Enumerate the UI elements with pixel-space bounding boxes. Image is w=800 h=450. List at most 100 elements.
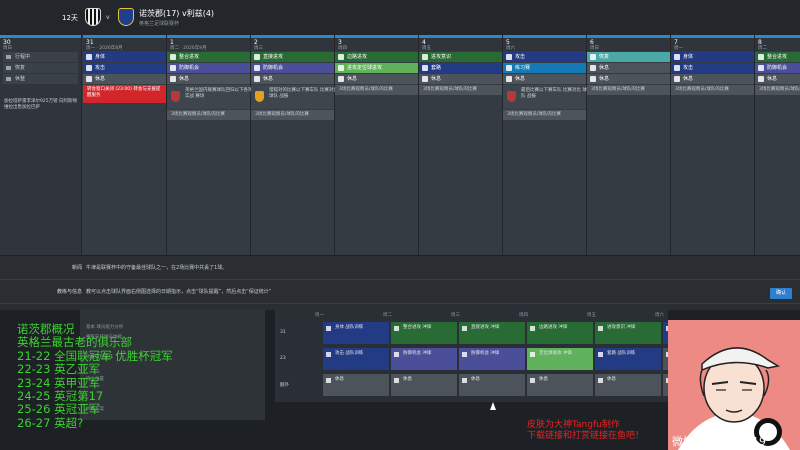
session-icon [86,54,92,60]
grid-session-cell[interactable]: 定位球进攻 冲锋 [527,348,593,370]
training-session[interactable]: 攻击 [503,52,586,62]
scout-info[interactable]: 3场比赛观察员/球队的比赛 [167,110,250,120]
match-card-text: 英格兰国内联赛球队回归以下各项实战 赛场 [185,88,253,99]
sidebar-day-number: 30 [3,39,11,46]
training-session[interactable]: 休息 [503,74,586,84]
match-card[interactable]: 猎狐对的比赛以下赛车队 比赛对比 球队 战报 [251,85,338,109]
day-name: 周三 [254,46,263,51]
grid-day-header: 周二 [383,313,392,318]
scout-info[interactable]: 3场比赛观察员/球队的比赛 [503,110,586,120]
transfer-note[interactable]: 加拉塔萨雷李泽尔925万镑 向阿斯顿维拉出售加拉巴萨 [4,99,80,111]
sidebar-item-rest[interactable]: 休整 [3,74,78,84]
training-session[interactable]: 防御机会 [167,63,250,73]
grid-session-cell[interactable]: 休息 [527,374,593,396]
sidebar-item-travel[interactable]: 行程中 [3,52,78,62]
grid-session-cell[interactable]: 休息 [323,374,389,396]
session-label: 休息 [599,76,610,82]
bus-icon [6,55,11,59]
session-label: 休息 [431,76,442,82]
training-session[interactable]: 整合进攻 [755,52,800,62]
grid-session-cell[interactable]: 休息 [595,374,661,396]
training-session[interactable]: 休息 [251,74,334,84]
overview-line: 22-23 英乙亚军 [17,362,101,377]
grid-session-cell[interactable]: 休息 [391,374,457,396]
training-session[interactable]: 休息 [335,74,418,84]
training-session[interactable]: 套路 [419,63,502,73]
grid-session-cell[interactable]: 直接进攻 冲锋 [459,322,525,344]
session-icon [462,352,467,357]
grid-session-label: 定位球进攻 冲锋 [539,351,572,356]
training-session[interactable]: 进攻定位球进攻 [335,63,418,73]
session-label: 直接进攻 [263,54,284,60]
training-session[interactable]: 休息 [167,74,250,84]
session-icon [86,76,92,82]
transfer-deadline-card[interactable]: 转会窗口关闭 (23:00) 转会与支援提醒服务 [83,85,166,103]
training-session[interactable]: 边路进攻 [335,52,418,62]
training-session[interactable]: 休息 [83,74,166,84]
sidebar-item-label: 行程中 [15,54,31,60]
training-session[interactable]: 身体 [83,52,166,62]
training-session[interactable]: 整合进攻 [167,52,250,62]
match-card[interactable]: 英格兰国内联赛球队回归以下各项实战 赛场 [167,85,253,109]
scout-info[interactable]: 3场比赛观察员/球队的比赛 [755,85,800,95]
training-session[interactable]: 休息 [587,63,670,73]
training-session[interactable]: 直接进攻 [251,52,334,62]
grid-session-label: 防御机会 冲锋 [471,351,500,356]
training-session[interactable]: 休息 [755,74,800,84]
training-session[interactable]: 休息 [419,74,502,84]
calendar-day-column[interactable]: 3 周四 边路进攻 进攻定位球进攻 休息 3场比赛观察员/球队的比赛 [335,35,419,255]
grid-session-cell[interactable]: 套路 战队训练 [595,348,661,370]
grid-session-cell[interactable]: 身体 战队训练 [323,322,389,344]
scout-info[interactable]: 3场比赛观察员/球队的比赛 [419,85,502,95]
session-icon [394,378,399,383]
training-session[interactable]: 休息 [587,74,670,84]
sidebar-item-recovery[interactable]: 恢复 [3,63,78,73]
confirm-button[interactable]: 确认 [770,288,792,299]
club-overview-overlay: 诺茨郡概况 英格兰最古老的俱乐部 21-22 全国联冠军 优胜杯冠军 22-23 英乙… [17,322,217,430]
training-session[interactable]: 进攻意识 [419,52,502,62]
training-session[interactable]: 攻击 [83,63,166,73]
grid-session-cell[interactable]: 进攻意识 冲锋 [595,322,661,344]
day-header: 7 周一 [671,35,754,51]
training-session[interactable]: 休息 [671,74,754,84]
training-session[interactable]: 身体 [671,52,754,62]
scout-info[interactable]: 3场比赛观察员/球队的比赛 [587,85,670,95]
calendar-day-column[interactable]: 5 周六 攻击 练习赛 休息 最后比赛以下赛车队 比赛对比 球队 战报 3场比赛观察员/球… [503,35,587,255]
calendar-day-column[interactable]: 6 周日 恢复 休息 休息 3场比赛观察员/球队的比赛 [587,35,671,255]
grid-session-label: 套路 战队训练 [607,351,636,356]
calendar-day-column[interactable]: 8 周二整合进攻防御机会休息 3场比赛观察员/球队的比赛 [755,35,800,255]
training-session[interactable]: 防御机会 [251,63,334,73]
match-competition: 英格兰足球联赛杯 [139,21,180,27]
grid-session-cell[interactable]: 整合进攻 冲锋 [391,322,457,344]
grid-session-cell[interactable]: 休息 [459,374,525,396]
match-card[interactable]: 最后比赛以下赛车队 比赛对比 球队 战报 [503,85,587,109]
scout-info[interactable]: 3场比赛观察员/球队的比赛 [671,85,754,95]
calendar-day-column[interactable]: 7 周一 身体 攻击 休息 3场比赛观察员/球队的比赛 [671,35,755,255]
grid-session-cell[interactable]: 攻击 战队训练 [323,348,389,370]
scout-info[interactable]: 3场比赛观察员/球队的比赛 [251,110,334,120]
day-name: 周四 [338,46,347,51]
calendar-day-column[interactable]: 31 周一 · 2026年8月 身体 攻击 休息 转会窗口关闭 (23:00) 转会与支… [83,35,167,255]
grid-session-cell[interactable]: 防御机会 冲锋 [391,348,457,370]
calendar-day-column[interactable]: 1 周二 · 2026年9月 整合进攻 防御机会 休息 英格兰国内联赛球队回归以下各项实… [167,35,253,255]
grid-session-label: 直接进攻 冲锋 [471,325,500,330]
calendar-day-column[interactable]: 2 周三 直接进攻 防御机会 休息 猎狐对的比赛以下赛车队 比赛对比 球队 战报 3场比赛… [251,35,338,255]
session-label: 休息 [347,76,358,82]
session-label: 休息 [263,76,274,82]
match-title[interactable]: 诺茨郡(17) v利兹(4) [139,8,214,19]
training-session[interactable]: 恢复 [587,52,670,62]
session-icon [462,378,467,383]
session-icon [674,76,680,82]
training-session[interactable]: 攻击 [671,63,754,73]
training-calendar: 30 周日 行程中 恢复 休整 加拉塔萨雷李泽尔925万镑 向阿斯顿维拉出售加拉… [0,35,800,255]
session-label: 进攻意识 [431,54,452,60]
training-session[interactable]: 练习赛 [503,63,586,73]
calendar-day-column[interactable]: 4 周五 进攻意识 套路 休息 3场比赛观察员/球队的比赛 [419,35,503,255]
grid-session-cell[interactable]: 边路进攻 冲锋 [527,322,593,344]
grid-session-cell[interactable]: 防御机会 冲锋 [459,348,525,370]
training-session[interactable]: 防御机会 [755,63,800,73]
session-icon [254,76,260,82]
session-icon [598,352,603,357]
scout-info[interactable]: 3场比赛观察员/球队的比赛 [335,85,418,95]
session-icon [530,378,535,383]
